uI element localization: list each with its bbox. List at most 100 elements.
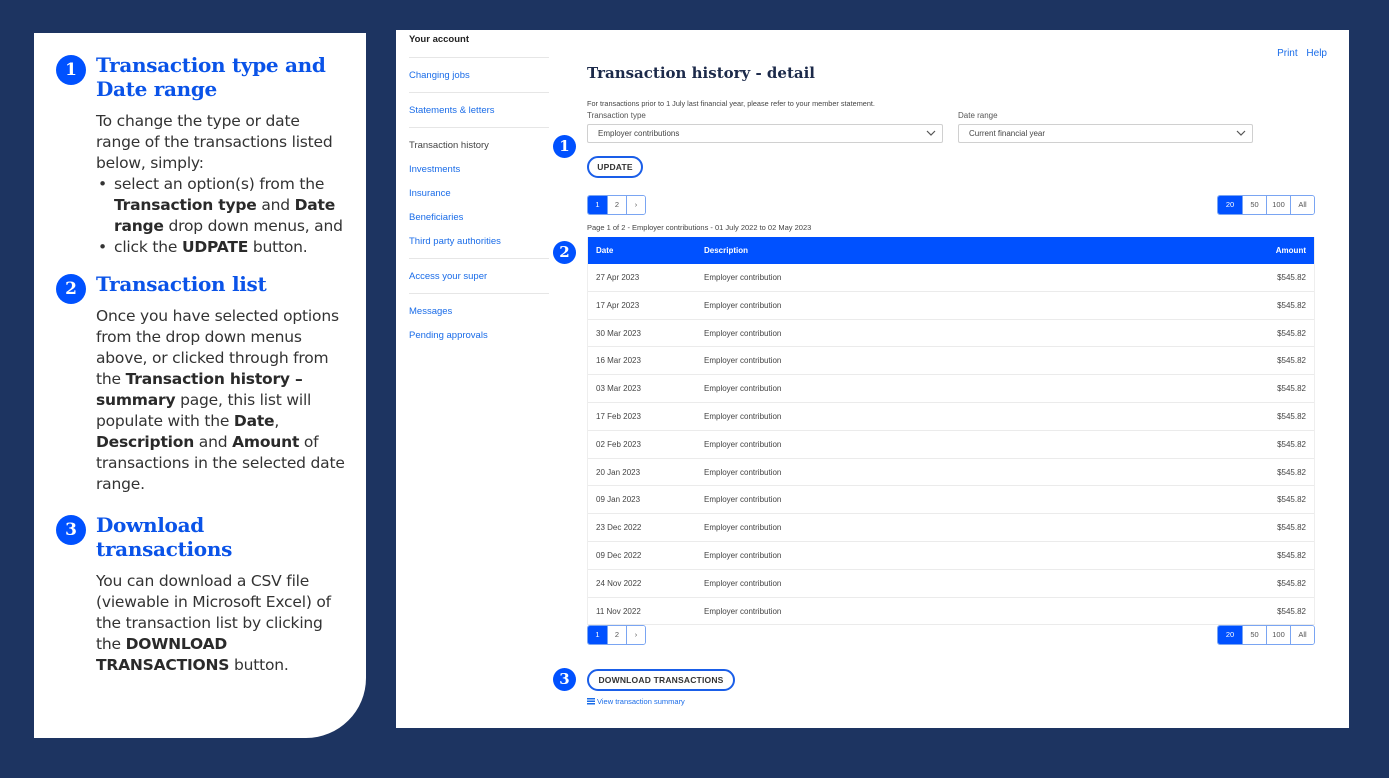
cell-date: 17 Apr 2023 (596, 300, 640, 310)
update-button[interactable]: UPDATE (587, 156, 643, 178)
sidebar-item-messages[interactable]: Messages (409, 306, 549, 317)
sidebar-item-investments[interactable]: Investments (409, 164, 549, 175)
date-range-select[interactable]: Current financial year (958, 124, 1253, 143)
cell-date: 03 Mar 2023 (596, 384, 641, 394)
sidebar-item-statements-letters[interactable]: Statements & letters (409, 105, 549, 116)
sidebar-group: Access your super (409, 259, 549, 294)
sidebar-item-beneficiaries[interactable]: Beneficiaries (409, 212, 549, 223)
page-size-all[interactable]: All (1290, 626, 1314, 644)
page-button-2[interactable]: 2 (607, 196, 626, 214)
cell-amount: $545.82 (1277, 523, 1306, 533)
cell-description: Employer contribution (704, 550, 782, 560)
guide-section-body: Once you have selected options from the … (96, 306, 346, 495)
cell-description: Employer contribution (704, 495, 782, 505)
page-size-100[interactable]: 100 (1266, 626, 1290, 644)
page-size-20[interactable]: 20 (1218, 626, 1242, 644)
table-header: Date Description Amount (588, 237, 1314, 264)
table-row: 30 Mar 2023 Employer contribution $545.82 (588, 320, 1314, 348)
cell-date: 09 Dec 2022 (596, 550, 642, 560)
sidebar-group: Messages Pending approvals (409, 294, 549, 352)
table-row: 27 Apr 2023 Employer contribution $545.82 (588, 264, 1314, 292)
text: click the (114, 238, 182, 256)
guide-section-3: 3 Download transactions You can download… (56, 513, 346, 676)
help-link[interactable]: Help (1306, 48, 1327, 59)
guide-section-1: 1 Transaction type and Date range To cha… (56, 53, 346, 258)
sidebar-heading: Your account (409, 30, 549, 58)
chevron-down-icon (1236, 130, 1246, 136)
page-button-1[interactable]: 1 (588, 626, 607, 644)
page-size-all[interactable]: All (1290, 196, 1314, 214)
page-size-50[interactable]: 50 (1242, 626, 1266, 644)
chevron-down-icon (926, 130, 936, 136)
cell-date: 09 Jan 2023 (596, 495, 641, 505)
page-button-2[interactable]: 2 (607, 626, 626, 644)
text: button. (229, 656, 289, 674)
page-size-selector-bottom: 20 50 100 All (1217, 625, 1315, 645)
summary-link-text: View transaction summary (597, 697, 685, 706)
sidebar-item-pending-approvals[interactable]: Pending approvals (409, 330, 549, 341)
callout-badge-1: 1 (553, 135, 576, 158)
header-date[interactable]: Date (588, 237, 704, 264)
sidebar-item-access-your-super[interactable]: Access your super (409, 271, 549, 282)
header-description[interactable]: Description (704, 237, 1194, 264)
page-size-50[interactable]: 50 (1242, 196, 1266, 214)
callout-badge-2: 2 (553, 241, 576, 264)
table-row: 20 Jan 2023 Employer contribution $545.82 (588, 459, 1314, 487)
next-page-button[interactable]: › (626, 626, 645, 644)
print-link[interactable]: Print (1277, 48, 1298, 59)
cell-amount: $545.82 (1277, 356, 1306, 366)
cell-description: Employer contribution (704, 300, 782, 310)
page-size-20[interactable]: 20 (1218, 196, 1242, 214)
cell-amount: $545.82 (1277, 300, 1306, 310)
text: button. (248, 238, 308, 256)
app-screenshot-panel: Your account Changing jobs Statements & … (396, 30, 1349, 728)
sidebar-item-transaction-history[interactable]: Transaction history (409, 140, 549, 151)
download-transactions-button[interactable]: DOWNLOAD TRANSACTIONS (587, 669, 735, 691)
table-row: 02 Feb 2023 Employer contribution $545.82 (588, 431, 1314, 459)
page-size-100[interactable]: 100 (1266, 196, 1290, 214)
guide-intro-text: To change the type or date range of the … (96, 112, 333, 172)
view-transaction-summary-link[interactable]: View transaction summary (587, 697, 685, 706)
cell-description: Employer contribution (704, 523, 782, 533)
pagination-bottom: 1 2 › (587, 625, 646, 645)
bold-text: Date (233, 412, 275, 430)
bold-text: Amount (232, 433, 300, 451)
guide-section-2: 2 Transaction list Once you have selecte… (56, 272, 346, 495)
list-icon (587, 698, 595, 705)
date-range-value: Current financial year (969, 129, 1046, 138)
next-page-button[interactable]: › (626, 196, 645, 214)
page-caption: Page 1 of 2 - Employer contributions - 0… (587, 223, 812, 232)
cell-amount: $545.82 (1277, 411, 1306, 421)
page-button-1[interactable]: 1 (588, 196, 607, 214)
cell-date: 23 Dec 2022 (596, 523, 642, 533)
sidebar-item-changing-jobs[interactable]: Changing jobs (409, 70, 549, 81)
guide-section-body: To change the type or date range of the … (96, 111, 346, 258)
cell-date: 02 Feb 2023 (596, 439, 641, 449)
transaction-type-value: Employer contributions (598, 129, 680, 138)
cell-amount: $545.82 (1277, 273, 1306, 282)
cell-date: 20 Jan 2023 (596, 467, 641, 477)
sidebar-item-third-party-authorities[interactable]: Third party authorities (409, 236, 549, 247)
table-body: 27 Apr 2023 Employer contribution $545.82 1… (588, 264, 1314, 626)
cell-description: Employer contribution (704, 384, 782, 394)
cell-date: 17 Feb 2023 (596, 411, 641, 421)
header-amount[interactable]: Amount (1194, 237, 1314, 264)
guide-section-title: Download transactions (96, 513, 233, 561)
cell-amount: $545.82 (1277, 384, 1306, 394)
transaction-type-select[interactable]: Employer contributions (587, 124, 943, 143)
sidebar-group: Transaction history Investments Insuranc… (409, 128, 549, 259)
guide-card: 1 Transaction type and Date range To cha… (34, 33, 366, 738)
sidebar-item-insurance[interactable]: Insurance (409, 188, 549, 199)
table-row: 17 Feb 2023 Employer contribution $545.82 (588, 403, 1314, 431)
text: select an option(s) from the (114, 175, 325, 193)
cell-date: 11 Nov 2022 (596, 606, 641, 616)
table-row: 09 Jan 2023 Employer contribution $545.82 (588, 486, 1314, 515)
guide-section-title: Transaction type and Date range (96, 53, 326, 101)
page-size-selector-top: 20 50 100 All (1217, 195, 1315, 215)
text: and (194, 433, 233, 451)
cell-description: Employer contribution (704, 273, 782, 282)
cell-description: Employer contribution (704, 606, 782, 616)
top-links: Print Help (1271, 48, 1327, 59)
text: drop down menus, and (163, 217, 343, 235)
table-row: 09 Dec 2022 Employer contribution $545.82 (588, 542, 1314, 570)
